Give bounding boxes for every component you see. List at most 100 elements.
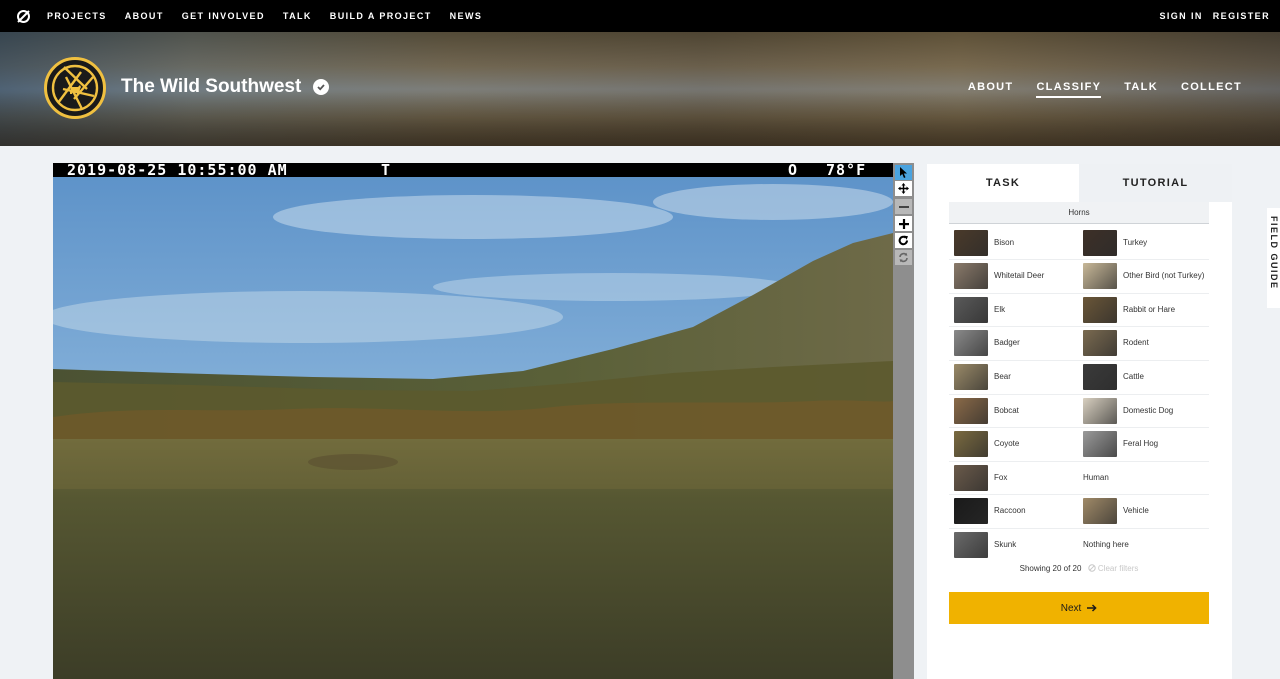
choice-thumbnail — [1083, 263, 1117, 290]
choice-label: Coyote — [994, 439, 1020, 449]
aperture-logo-icon — [51, 64, 99, 112]
check-circle-icon — [313, 79, 330, 95]
choice-fox[interactable]: Fox — [949, 461, 1078, 494]
choice-thumbnail — [954, 229, 988, 256]
register-link[interactable]: REGISTER — [1213, 11, 1270, 21]
choice-label: Domestic Dog — [1123, 405, 1174, 415]
top-navigation: PROJECTS ABOUT GET INVOLVED TALK BUILD A… — [0, 0, 1280, 32]
choice-vehicle[interactable]: Vehicle — [1078, 495, 1207, 528]
choice-thumbnail — [954, 263, 988, 290]
choice-thumbnail — [954, 531, 988, 558]
camera-datetime: 2019-08-25 10:55:00 AM — [67, 163, 288, 179]
choice-bear[interactable]: Bear — [949, 360, 1078, 393]
choice-thumbnail — [954, 330, 988, 357]
choice-thumbnail — [954, 431, 988, 458]
choice-label: Fox — [994, 472, 1008, 482]
move-icon[interactable] — [895, 181, 912, 196]
choice-nothing-here[interactable]: Nothing here — [1078, 528, 1207, 561]
choice-thumbnail — [954, 296, 988, 323]
field-guide-tab[interactable]: FIELD GUIDE — [1267, 208, 1280, 308]
choice-label: Other Bird (not Turkey) — [1123, 271, 1205, 281]
camera-temperature: 78°F — [826, 163, 867, 179]
pointer-icon[interactable] — [895, 165, 912, 180]
camera-mark: T — [381, 163, 392, 179]
choice-label: Bobcat — [994, 405, 1019, 415]
tab-tutorial[interactable]: TUTORIAL — [1079, 164, 1232, 202]
choice-label: Vehicle — [1123, 506, 1149, 516]
choice-whitetail-deer[interactable]: Whitetail Deer — [949, 260, 1078, 293]
project-title[interactable]: The Wild Southwest — [121, 76, 301, 98]
choice-label: Bison — [994, 237, 1015, 247]
project-nav-about[interactable]: ABOUT — [968, 81, 1014, 98]
project-header: The Wild Southwest ABOUT CLASSIFY TALK C… — [0, 32, 1280, 146]
rotate-icon[interactable] — [895, 233, 912, 248]
choice-label: Turkey — [1123, 237, 1148, 247]
camera-moon: O — [788, 163, 799, 179]
nav-about[interactable]: ABOUT — [125, 11, 164, 21]
choice-feral-hog[interactable]: Feral Hog — [1078, 428, 1207, 461]
choice-raccoon[interactable]: Raccoon — [949, 495, 1078, 528]
field-guide-label: FIELD GUIDE — [1269, 216, 1279, 290]
next-button[interactable]: Next — [949, 592, 1209, 624]
choice-elk[interactable]: Elk — [949, 293, 1078, 326]
choice-label: Feral Hog — [1123, 439, 1159, 449]
arrow-right-icon — [1087, 604, 1097, 612]
choice-thumbnail — [954, 498, 988, 525]
project-navigation: ABOUT CLASSIFY TALK COLLECT — [945, 81, 1242, 98]
nav-get-involved[interactable]: GET INVOLVED — [182, 11, 265, 21]
choice-thumbnail — [954, 397, 988, 424]
reset-icon[interactable] — [895, 250, 912, 265]
choice-label: Raccoon — [994, 506, 1026, 516]
choice-turkey[interactable]: Turkey — [1078, 226, 1207, 259]
choice-label: Elk — [994, 304, 1006, 314]
task-panel: TASK TUTORIAL Horns Bison Turkey Whitetail… — [927, 164, 1232, 679]
nav-news[interactable]: NEWS — [450, 11, 483, 21]
choice-label: Cattle — [1123, 371, 1144, 381]
choice-bobcat[interactable]: Bobcat — [949, 394, 1078, 427]
subject-image[interactable]: 2019-08-25 10:55:00 AM T O 78°F — [53, 163, 893, 679]
showing-count: Showing 20 of 20 Clear filters — [949, 564, 1209, 573]
choice-thumbnail — [1083, 431, 1117, 458]
camera-info-bar: 2019-08-25 10:55:00 AM T O 78°F — [53, 163, 893, 179]
choice-label: Badger — [994, 338, 1020, 348]
choice-skunk[interactable]: Skunk — [949, 528, 1078, 561]
showing-text: Showing 20 of 20 — [1019, 564, 1082, 573]
choice-thumbnail — [1083, 330, 1117, 357]
choice-rabbit-or-hare[interactable]: Rabbit or Hare — [1078, 293, 1207, 326]
nav-projects[interactable]: PROJECTS — [47, 11, 107, 21]
project-nav-talk[interactable]: TALK — [1124, 81, 1158, 98]
header-background-shade — [0, 92, 1280, 146]
choice-thumbnail — [1083, 397, 1117, 424]
tab-task[interactable]: TASK — [927, 164, 1079, 202]
choice-coyote[interactable]: Coyote — [949, 428, 1078, 461]
zoom-in-icon[interactable] — [895, 216, 912, 231]
choice-other-bird-not-turkey[interactable]: Other Bird (not Turkey) — [1078, 260, 1207, 293]
landscape-scene — [53, 177, 893, 679]
choice-label: Rodent — [1123, 338, 1149, 348]
nav-talk[interactable]: TALK — [283, 11, 312, 21]
project-nav-collect[interactable]: COLLECT — [1181, 81, 1242, 98]
choice-badger[interactable]: Badger — [949, 327, 1078, 360]
filter-horns[interactable]: Horns — [949, 202, 1209, 224]
choice-thumbnail — [1083, 229, 1117, 256]
project-nav-classify[interactable]: CLASSIFY — [1036, 81, 1102, 98]
choice-label: Skunk — [994, 539, 1017, 549]
choice-cattle[interactable]: Cattle — [1078, 360, 1207, 393]
project-avatar[interactable] — [44, 57, 106, 119]
next-label: Next — [1060, 602, 1082, 614]
choice-bison[interactable]: Bison — [949, 226, 1078, 259]
clear-filters-button[interactable]: Clear filters — [1087, 564, 1138, 573]
sign-in-link[interactable]: SIGN IN — [1159, 11, 1202, 21]
choice-rodent[interactable]: Rodent — [1078, 327, 1207, 360]
choice-human[interactable]: Human — [1078, 461, 1207, 494]
choice-thumbnail — [1083, 363, 1117, 390]
task-tabs: TASK TUTORIAL — [927, 164, 1232, 202]
zooniverse-logo-icon[interactable] — [16, 9, 31, 24]
choice-label: Nothing here — [1083, 539, 1129, 549]
choice-label: Human — [1083, 472, 1109, 482]
image-toolbar — [893, 163, 914, 679]
zoom-out-icon[interactable] — [895, 199, 912, 214]
nav-build-a-project[interactable]: BUILD A PROJECT — [330, 11, 432, 21]
choice-thumbnail — [954, 464, 988, 491]
choice-domestic-dog[interactable]: Domestic Dog — [1078, 394, 1207, 427]
